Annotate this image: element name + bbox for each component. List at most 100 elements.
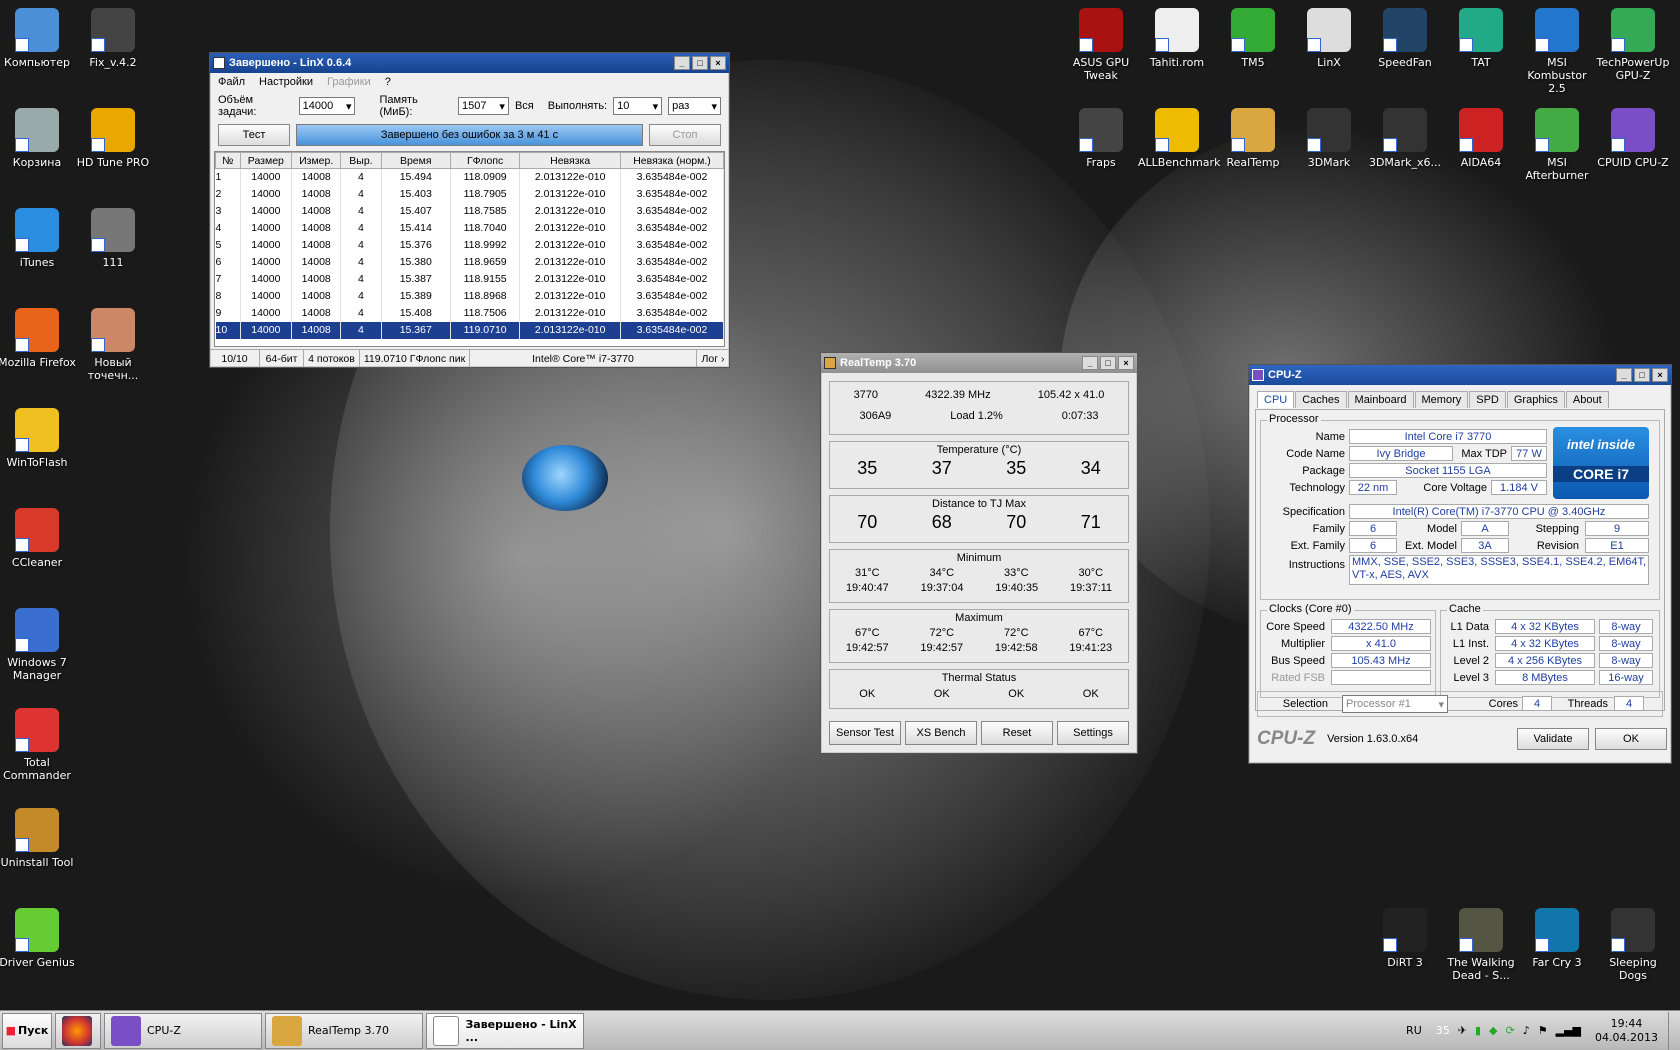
table-row[interactable]: 8 14000 14008 4 15.389 118.8968 2.013122e-010 3… xyxy=(215,287,724,305)
settings-button[interactable]: Settings xyxy=(1057,721,1129,745)
tray-sync-icon[interactable]: ⟳ xyxy=(1506,1024,1515,1037)
tab-caches[interactable]: Caches xyxy=(1295,391,1347,408)
desktop-icon-asus-gpu-tweak[interactable]: ASUS GPU Tweak xyxy=(1062,8,1140,82)
tray-shield-icon[interactable]: ◆ xyxy=(1489,1024,1497,1037)
desktop-icon-speedfan[interactable]: SpeedFan xyxy=(1366,8,1444,69)
table-row[interactable]: 10 14000 14008 4 15.367 119.0710 2.013122e-010… xyxy=(215,321,724,339)
table-row[interactable]: 1 14000 14008 4 15.494 118.0909 2.013122e-010 3… xyxy=(215,168,724,186)
table-row[interactable]: 4 14000 14008 4 15.414 118.7040 2.013122e-010 3… xyxy=(215,219,724,237)
tab-graphics[interactable]: Graphics xyxy=(1506,391,1565,408)
close-button[interactable]: × xyxy=(710,56,726,70)
tab-spd[interactable]: SPD xyxy=(1469,391,1506,408)
desktop-icon-the-walking-dead-s[interactable]: The Walking Dead - S... xyxy=(1442,908,1520,982)
tray-volume-icon[interactable]: ♪ xyxy=(1523,1024,1530,1037)
desktop-icon-uninstall-tool[interactable]: Uninstall Tool xyxy=(0,808,76,869)
log-button[interactable]: Лог › xyxy=(697,350,729,367)
desktop-icon-3dmark-x6[interactable]: 3DMark_x6... xyxy=(1366,108,1444,169)
desktop-icon-msi-kombustor-2-5[interactable]: MSI Kombustor 2.5 xyxy=(1518,8,1596,95)
desktop-icon-ccleaner[interactable]: CCleaner xyxy=(0,508,76,569)
tray-signal-icon[interactable]: ▮ xyxy=(1475,1024,1481,1037)
desktop-icon-111[interactable]: 111 xyxy=(74,208,152,269)
maximize-button[interactable]: □ xyxy=(1634,368,1650,382)
tab-memory[interactable]: Memory xyxy=(1414,391,1469,408)
minimize-button[interactable]: _ xyxy=(674,56,690,70)
tray-bars-icon[interactable]: ▂▄▆ xyxy=(1556,1024,1581,1037)
minimize-button[interactable]: _ xyxy=(1082,356,1098,370)
all-label[interactable]: Вся xyxy=(515,100,534,112)
desktop-icon-tm5[interactable]: TM5 xyxy=(1214,8,1292,69)
desktop-icon-msi-afterburner[interactable]: MSI Afterburner xyxy=(1518,108,1596,182)
desktop-icon-3dmark[interactable]: 3DMark xyxy=(1290,108,1368,169)
reset-button[interactable]: Reset xyxy=(981,721,1053,745)
table-row[interactable]: 9 14000 14008 4 15.408 118.7506 2.013122e-010 3… xyxy=(215,304,724,322)
column-header[interactable]: Выр. xyxy=(340,152,382,169)
mem-select[interactable]: 1507 ▾ xyxy=(458,97,509,115)
times-select[interactable]: раз ▾ xyxy=(668,97,722,115)
desktop-icon-itunes[interactable]: iTunes xyxy=(0,208,76,269)
tab-mainboard[interactable]: Mainboard xyxy=(1347,391,1414,408)
menu-settings[interactable]: Настройки xyxy=(259,76,313,88)
desktop-icon-корзина[interactable]: Корзина xyxy=(0,108,76,169)
column-header[interactable]: Невязка xyxy=(519,152,621,169)
table-row[interactable]: 5 14000 14008 4 15.376 118.9992 2.013122e-010 3… xyxy=(215,236,724,254)
minimize-button[interactable]: _ xyxy=(1616,368,1632,382)
run-select[interactable]: 10 ▾ xyxy=(613,97,663,115)
maximize-button[interactable]: □ xyxy=(1100,356,1116,370)
desktop-icon-far-cry-3[interactable]: Far Cry 3 xyxy=(1518,908,1596,969)
desktop-icon-windows-7-manager[interactable]: Windows 7 Manager xyxy=(0,608,76,682)
desktop-icon-компьютер[interactable]: Компьютер xyxy=(0,8,76,69)
maximize-button[interactable]: □ xyxy=(692,56,708,70)
stop-button[interactable]: Стоп xyxy=(649,124,721,146)
tab-cpu[interactable]: CPU xyxy=(1257,391,1295,408)
realtemp-titlebar[interactable]: RealTemp 3.70 _ □ × xyxy=(821,353,1137,373)
table-row[interactable]: 3 14000 14008 4 15.407 118.7585 2.013122e-010 3… xyxy=(215,202,724,220)
task-realtemp[interactable]: RealTemp 3.70 xyxy=(265,1012,423,1049)
task-linx[interactable]: Завершено - LinX ... xyxy=(426,1012,584,1049)
desktop-icon-techpowerup-gpu-z[interactable]: TechPowerUp GPU-Z xyxy=(1594,8,1672,82)
menu-graphs[interactable]: Графики xyxy=(327,76,371,88)
task-cpuz[interactable]: CPU-Z xyxy=(104,1012,262,1049)
tab-about[interactable]: About xyxy=(1565,391,1609,408)
processor-select[interactable]: Processor #1 ▾ xyxy=(1342,695,1448,713)
close-button[interactable]: × xyxy=(1652,368,1668,382)
desktop-icon-fix-v-4-2[interactable]: Fix_v.4.2 xyxy=(74,8,152,69)
linx-titlebar[interactable]: Завершено - LinX 0.6.4 _ □ × xyxy=(210,53,729,73)
tray-flag-icon[interactable]: ⚑ xyxy=(1538,1024,1548,1037)
close-button[interactable]: × xyxy=(1118,356,1134,370)
desktop-icon-linx[interactable]: LinX xyxy=(1290,8,1368,69)
desktop-icon-tahiti-rom[interactable]: Tahiti.rom xyxy=(1138,8,1216,69)
menu-help[interactable]: ? xyxy=(385,76,391,88)
desktop-icon-driver-genius[interactable]: Driver Genius xyxy=(0,908,76,969)
desktop-icon-новый-точечн[interactable]: Новый точечн... xyxy=(74,308,152,382)
desktop-icon-hd-tune-pro[interactable]: HD Tune PRO xyxy=(74,108,152,169)
xs-bench-button[interactable]: XS Bench xyxy=(905,721,977,745)
ok-button[interactable]: OK xyxy=(1595,728,1667,750)
desktop-icon-allbenchmark[interactable]: ALLBenchmark xyxy=(1138,108,1220,169)
firefox-pinned[interactable] xyxy=(55,1012,101,1049)
cpuz-titlebar[interactable]: CPU-Z _ □ × xyxy=(1249,365,1671,385)
desktop-icon-cpuid-cpu-z[interactable]: CPUID CPU-Z xyxy=(1594,108,1672,169)
start-button[interactable]: ■ Пуск xyxy=(2,1012,52,1049)
desktop-icon-fraps[interactable]: Fraps xyxy=(1062,108,1140,169)
desktop-icon-wintoflash[interactable]: WinToFlash xyxy=(0,408,76,469)
tray-network-icon[interactable]: ✈ xyxy=(1458,1024,1467,1037)
desktop-icon-tat[interactable]: TAT xyxy=(1442,8,1520,69)
column-header[interactable]: Размер xyxy=(239,152,293,169)
column-header[interactable]: № xyxy=(215,152,241,169)
sensor-test-button[interactable]: Sensor Test xyxy=(829,721,901,745)
table-row[interactable]: 7 14000 14008 4 15.387 118.9155 2.013122e-010 3… xyxy=(215,270,724,288)
language-indicator[interactable]: RU xyxy=(1406,1024,1422,1037)
desktop-icon-aida64[interactable]: AIDA64 xyxy=(1442,108,1520,169)
size-select[interactable]: 14000 ▾ xyxy=(298,97,356,115)
table-row[interactable]: 6 14000 14008 4 15.380 118.9659 2.013122e-010 3… xyxy=(215,253,724,271)
column-header[interactable]: Время xyxy=(380,152,451,169)
test-button[interactable]: Тест xyxy=(218,124,290,146)
table-row[interactable]: 2 14000 14008 4 15.403 118.7905 2.013122e-010 3… xyxy=(215,185,724,203)
column-header[interactable]: Невязка (норм.) xyxy=(620,152,724,169)
validate-button[interactable]: Validate xyxy=(1517,728,1589,750)
column-header[interactable]: ГФлопс xyxy=(449,152,521,169)
menu-file[interactable]: Файл xyxy=(218,76,245,88)
tray-temp[interactable]: 35 xyxy=(1436,1024,1450,1037)
desktop-icon-sleeping-dogs[interactable]: Sleeping Dogs xyxy=(1594,908,1672,982)
column-header[interactable]: Измер. xyxy=(291,152,342,169)
